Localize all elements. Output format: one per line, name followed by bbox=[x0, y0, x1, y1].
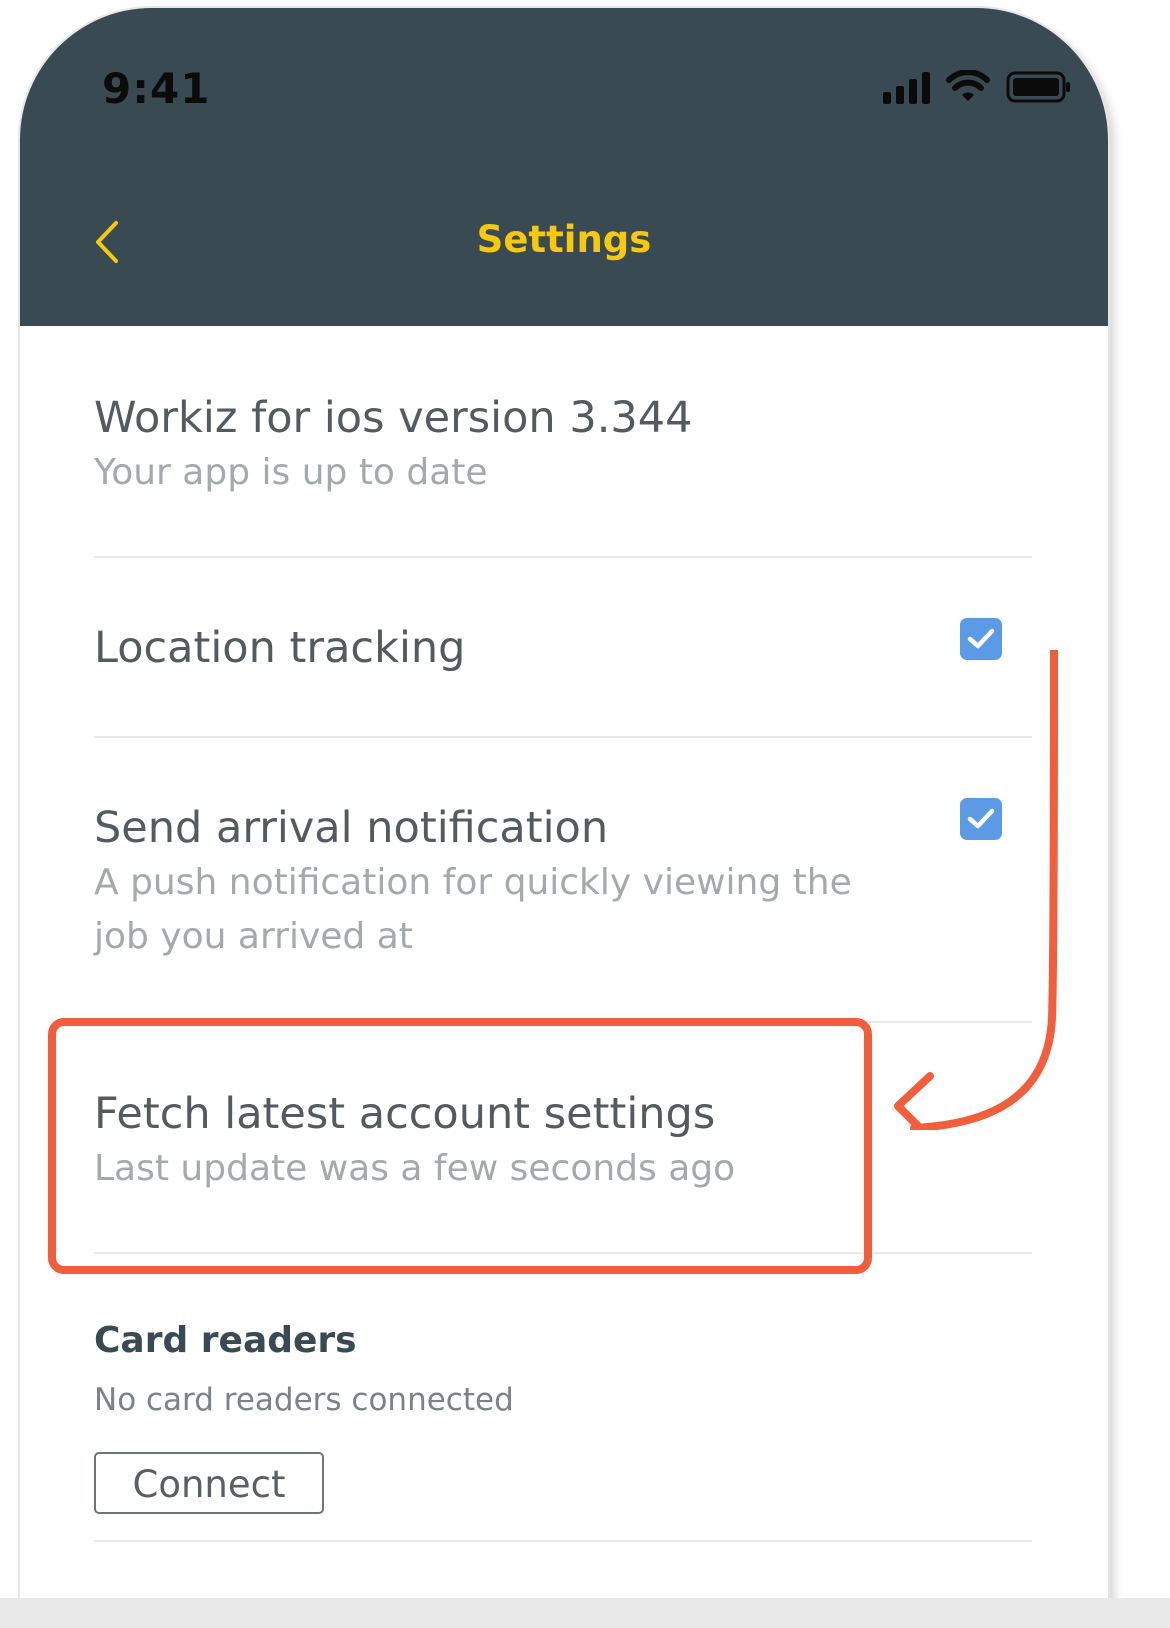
status-icons bbox=[883, 70, 1072, 104]
page-title: Settings bbox=[476, 218, 652, 261]
version-status: Your app is up to date bbox=[94, 452, 488, 493]
version-title: Workiz for ios version 3.344 bbox=[94, 393, 693, 443]
divider bbox=[94, 556, 1032, 558]
signal-icon bbox=[883, 70, 930, 104]
divider bbox=[94, 736, 1032, 738]
checkmark-icon bbox=[967, 808, 995, 829]
location-tracking-checkbox[interactable] bbox=[960, 618, 1002, 660]
wifi-icon bbox=[946, 70, 990, 101]
fetch-settings-last-update: Last update was a few seconds ago bbox=[94, 1148, 736, 1189]
page: 9:41 Settings Workiz for ios version 3.3… bbox=[0, 0, 1170, 1628]
divider bbox=[94, 1021, 1032, 1023]
arrival-notification-row[interactable]: Send arrival notification A push notific… bbox=[94, 800, 1034, 964]
status-time: 9:41 bbox=[102, 64, 211, 113]
fetch-settings-label: Fetch latest account settings bbox=[94, 1089, 716, 1139]
version-row: Workiz for ios version 3.344 Your app is… bbox=[94, 390, 1034, 500]
phone-frame: 9:41 Settings Workiz for ios version 3.3… bbox=[20, 8, 1108, 1628]
divider bbox=[94, 1252, 1032, 1254]
arrival-notification-checkbox[interactable] bbox=[960, 798, 1002, 840]
card-readers-status: No card readers connected bbox=[94, 1382, 514, 1418]
app-header: 9:41 Settings bbox=[20, 8, 1108, 326]
arrival-notification-label: Send arrival notification bbox=[94, 803, 609, 853]
location-tracking-label: Location tracking bbox=[94, 623, 466, 673]
location-tracking-row[interactable]: Location tracking bbox=[94, 620, 1034, 676]
connect-button[interactable]: Connect bbox=[94, 1452, 324, 1514]
card-readers-title: Card readers bbox=[94, 1320, 357, 1361]
battery-icon bbox=[1006, 71, 1070, 103]
fetch-settings-row[interactable]: Fetch latest account settings Last updat… bbox=[94, 1086, 1034, 1196]
arrival-notification-description-2: job you arrived at bbox=[94, 916, 413, 957]
divider bbox=[94, 1540, 1032, 1542]
arrival-notification-description-1: A push notification for quickly viewing … bbox=[94, 862, 852, 903]
bottom-strip bbox=[0, 1598, 1170, 1628]
checkmark-icon bbox=[967, 628, 995, 649]
